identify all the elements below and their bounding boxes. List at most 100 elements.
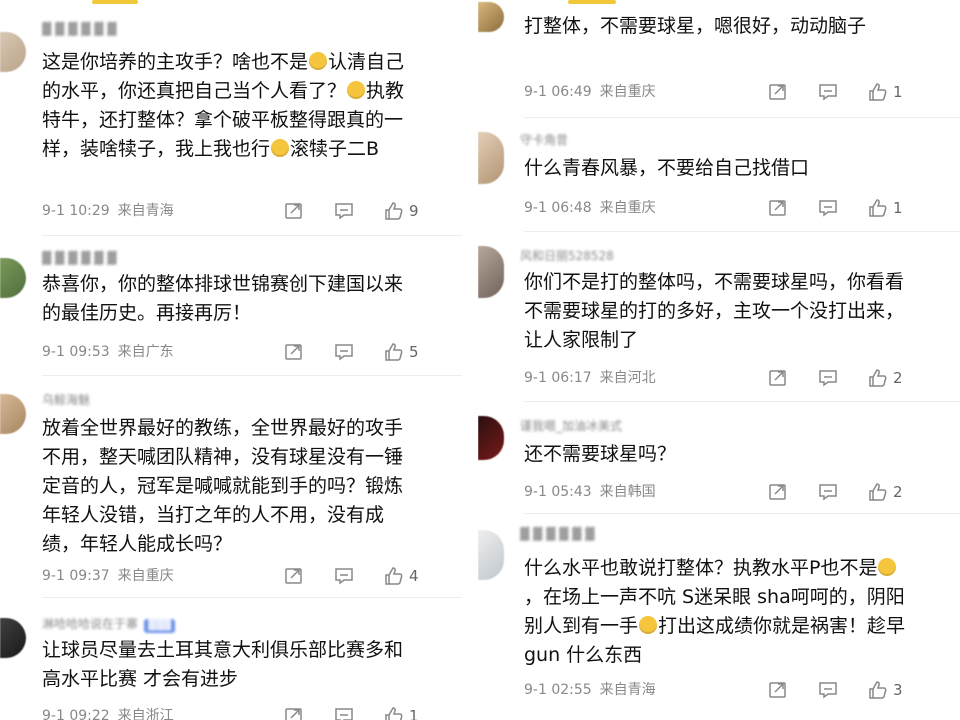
share-icon [769,84,786,100]
comment-item: 打整体，不需要球星，嗯很好，动动脑子 9-1 06:49 来自重庆 1 [478,0,960,118]
like-count: 2 [893,369,903,387]
avatar[interactable] [0,394,26,434]
comment-item: 淋哈哈哈说在于寨 ▓▓▓ 让球员尽量去土耳其意大利俱乐部比赛多和高水平比赛 才会有… [0,598,462,720]
like-count: 9 [409,202,419,220]
username[interactable]: 风和日丽528528 [520,248,614,264]
username[interactable]: ▓ ▓ ▓ ▓ ▓ ▓ [42,21,116,37]
member-badge: ▓▓▓ [144,619,176,633]
share-icon [769,200,786,216]
like-count: 1 [893,199,903,217]
comment-column-right: 打整体，不需要球星，嗯很好，动动脑子 9-1 06:49 来自重庆 1 守卡角昔 … [478,0,960,720]
comment-button[interactable] [334,706,354,720]
comment-actions: 1 [284,706,434,720]
share-icon [285,708,302,720]
comment-meta: 9-1 02:55 来自青海 [524,680,656,700]
comment-actions: 9 [284,201,434,221]
comment-date: 9-1 10:29 [42,203,110,219]
comment-date: 9-1 09:53 [42,344,110,360]
comment-text: 这是你培养的主攻手？啥也不是 认清自己的水平，你还真把自己当个人看了？ 执教特牛，还… [42,51,405,160]
share-button[interactable] [284,201,304,221]
share-icon [285,344,302,360]
comment-item: 乌鲸海魅 放着全世界最好的教练，全世界最好的攻手不用，整天喊团队精神，没有球星没… [0,376,462,598]
comment-bubble-icon [819,84,837,101]
thumbs-up-icon [869,83,887,101]
comment-button[interactable] [818,198,838,218]
share-button[interactable] [768,82,788,102]
comment-button[interactable] [334,342,354,362]
like-button[interactable]: 2 [868,482,903,502]
like-button[interactable]: 2 [868,368,903,388]
comment-button[interactable] [818,680,838,700]
comment-actions: 2 [768,368,918,388]
username[interactable]: 谨我嗯_加油冰美式 [520,418,622,434]
comment-button[interactable] [818,368,838,388]
comment-date: 9-1 02:55 [524,682,592,698]
like-button[interactable]: 9 [384,201,419,221]
share-button[interactable] [768,680,788,700]
avatar[interactable] [478,416,504,460]
comment-text: 还不需要球星吗？ [524,443,677,465]
comment-item: ▓ ▓ ▓ ▓ ▓ ▓ 恭喜你，你的整体排球世锦赛创下建国以来的最佳历史。再接再… [0,236,462,376]
smile-emoji-icon [271,139,290,157]
username[interactable]: 淋哈哈哈说在于寨 ▓▓▓ [42,616,176,633]
thumbs-up-icon [869,681,887,699]
username[interactable]: 守卡角昔 [520,132,568,148]
comment-text: 恭喜你，你的整体排球世锦赛创下建国以来的最佳历史。再接再厉！ [42,273,404,324]
comment-item: 谨我嗯_加油冰美式 还不需要球星吗？ 9-1 05:43 来自韩国 2 [478,402,960,514]
thumbs-up-icon [869,369,887,387]
username[interactable]: 乌鲸海魅 [42,392,90,408]
thumbs-up-icon [385,343,403,361]
like-count: 1 [893,83,903,101]
like-button[interactable]: 1 [868,82,903,102]
like-button[interactable]: 4 [384,566,419,586]
share-icon [285,203,302,219]
comment-meta: 9-1 06:49 来自重庆 [524,82,656,102]
comment-button[interactable] [818,482,838,502]
like-button[interactable]: 3 [868,680,903,700]
comment-button[interactable] [334,566,354,586]
username[interactable]: ▓ ▓ ▓ ▓ ▓ ▓ [520,526,594,542]
comment-bubble-icon [819,200,837,217]
avatar[interactable] [478,246,504,298]
comment-actions: 3 [768,680,918,700]
avatar[interactable] [478,530,504,580]
comment-button[interactable] [818,82,838,102]
share-button[interactable] [284,706,304,720]
thumbs-up-icon [869,483,887,501]
share-button[interactable] [768,482,788,502]
comment-actions: 4 [284,566,434,586]
comment-item: 风和日丽528528 你们不是打的整体吗，不需要球星吗，你看看不需要球星的打的多… [478,232,960,402]
laugh-cry-emoji-icon [309,52,328,70]
share-button[interactable] [768,198,788,218]
share-button[interactable] [768,368,788,388]
like-button[interactable]: 5 [384,342,419,362]
username[interactable]: ▓ ▓ ▓ ▓ ▓ ▓ [42,250,116,266]
avatar[interactable] [0,258,26,298]
comment-bubble-icon [335,568,353,585]
comment-location: 来自青海 [599,682,656,698]
comment-location: 来自韩国 [599,484,656,500]
like-count: 1 [409,707,419,720]
comment-text: 让球员尽量去土耳其意大利俱乐部比赛多和高水平比赛 才会有进步 [42,639,404,690]
avatar[interactable] [0,32,26,72]
comment-date: 9-1 06:49 [524,84,592,100]
comment-button[interactable] [334,201,354,221]
comment-actions: 1 [768,198,918,218]
share-icon [769,370,786,386]
like-button[interactable]: 1 [868,198,903,218]
comment-location: 来自重庆 [599,84,656,100]
comment-location: 来自浙江 [117,708,174,720]
avatar[interactable] [0,618,26,658]
share-icon [285,568,302,584]
comment-meta: 9-1 06:48 来自重庆 [524,198,656,218]
share-icon [769,484,786,500]
comment-bubble-icon [335,708,353,720]
laugh-cry-emoji-icon [347,81,366,99]
comment-date: 9-1 05:43 [524,484,592,500]
comment-meta: 9-1 10:29 来自青海 [42,201,174,221]
avatar[interactable] [478,132,504,184]
share-button[interactable] [284,566,304,586]
like-button[interactable]: 1 [384,706,419,720]
avatar[interactable] [478,2,504,32]
share-button[interactable] [284,342,304,362]
